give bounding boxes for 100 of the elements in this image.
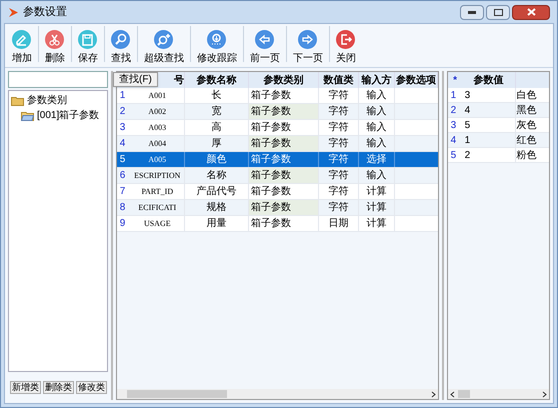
table-cell: 箱子参数 (248, 184, 319, 199)
table-cell: 箱子参数 (248, 136, 319, 151)
row-number: 3 (450, 119, 458, 132)
maximize-icon (494, 8, 502, 16)
table-cell-text: 红色 (516, 134, 537, 147)
row-number: 3 (118, 121, 126, 135)
table-cell: 字符 (318, 136, 359, 151)
table-cell-text: 灰色 (516, 119, 537, 132)
horizontal-scrollbar[interactable] (448, 389, 549, 399)
category-button[interactable]: 新增类 (10, 380, 41, 394)
table-cell: 箱子参数 (248, 120, 319, 135)
table-cell: A001 (130, 88, 185, 103)
table-cell: USAGE (130, 216, 185, 231)
scrollbar-thumb[interactable] (458, 390, 470, 398)
table-cell-text: 粉色 (516, 149, 537, 162)
table-cell: 箱子参数 (248, 200, 319, 215)
table-row[interactable]: 8 ECIFICATI 规格 箱子参数 字符 计算 (116, 200, 438, 216)
table-cell: 5 (462, 118, 516, 132)
toolbar-button[interactable]: 删除 (42, 30, 68, 64)
table-cell: 产品代号 (184, 184, 249, 199)
table-cell: 1 (462, 133, 516, 147)
toolbar-button[interactable]: 修改跟踪 (194, 30, 240, 64)
table-cell: 计算 (358, 200, 395, 215)
table-cell: 字符 (318, 88, 359, 103)
table-cell: 箱子参数 (248, 104, 319, 119)
table-cell-text: 黑色 (516, 104, 537, 117)
tree-item[interactable]: 参数类别 (27, 93, 67, 108)
download-icon (207, 30, 227, 50)
table-row[interactable]: 5 A005 颜色 箱子参数 字符 选择 (116, 152, 438, 168)
row-number: 1 (118, 89, 126, 103)
table-cell: 4 (462, 103, 516, 117)
table-cell: A005 (130, 152, 185, 167)
magnifier-plus-icon (154, 30, 174, 50)
table-cell: 输入 (358, 120, 395, 135)
close-icon (526, 8, 536, 16)
row-number: 5 (450, 149, 458, 162)
tree-node[interactable]: [001]箱子参数 (11, 108, 105, 123)
pencil-icon (12, 30, 32, 50)
table-cell: 长 (184, 88, 249, 103)
table-cell: ECIFICATI (130, 200, 185, 215)
app-logo-icon (8, 6, 19, 18)
toolbar-button[interactable]: 保存 (75, 30, 101, 64)
row-number: 8 (118, 201, 126, 215)
folder-icon (11, 96, 24, 106)
table-cell: 字符 (318, 120, 359, 135)
table-row[interactable]: 1 A001 长 箱子参数 字符 输入 (116, 88, 438, 104)
search-field[interactable] (8, 71, 108, 88)
toolbar-button[interactable]: 超级查找 (141, 30, 187, 64)
table-cell: 字符 (318, 152, 359, 167)
table-cell: 输入 (358, 136, 395, 151)
toolbar-button[interactable]: 查找 (108, 30, 134, 64)
table-cell: A004 (130, 136, 185, 151)
table-cell: 字符 (318, 184, 359, 199)
scissors-icon (45, 30, 65, 50)
table-cell: 日期 (318, 216, 359, 231)
table-cell: 箱子参数 (248, 168, 319, 183)
table-cell: 箱子参数 (248, 152, 319, 167)
category-button[interactable]: 删除类 (43, 380, 74, 394)
horizontal-scrollbar[interactable] (116, 389, 438, 399)
table-cell: 用量 (184, 216, 249, 231)
window-title: 参数设置 (23, 4, 67, 20)
table-cell: 输入 (358, 88, 395, 103)
toolbar-button[interactable]: 关闭 (333, 30, 359, 64)
row-number: 4 (118, 137, 126, 151)
row-number: 5 (118, 153, 126, 167)
row-number: 2 (450, 104, 458, 117)
table-cell: 2 (462, 148, 516, 162)
toolbar-button[interactable]: 增加 (9, 30, 35, 64)
table-row[interactable]: 3 A003 高 箱子参数 字符 输入 (116, 120, 438, 136)
table-row[interactable]: 7 PART_ID 产品代号 箱子参数 字符 计算 (116, 184, 438, 200)
table-row[interactable]: 2 A002 宽 箱子参数 字符 输入 (116, 104, 438, 120)
table-row[interactable]: 9 USAGE 用量 箱子参数 日期 计算 (116, 216, 438, 232)
floppy-disk-icon (78, 30, 98, 50)
table-cell: 计算 (358, 184, 395, 199)
row-number: 7 (118, 185, 126, 199)
table-cell: 选择 (358, 152, 395, 167)
table-cell: ESCRIPTION (130, 168, 185, 183)
maximize-button[interactable] (486, 4, 510, 20)
minimize-button[interactable] (460, 4, 484, 20)
row-number: 1 (450, 89, 458, 102)
table-cell: 箱子参数 (248, 216, 319, 231)
table-row[interactable]: 6 ESCRIPTION 名称 箱子参数 字符 输入 (116, 168, 438, 184)
column-header[interactable]: * (448, 72, 463, 88)
tree-item[interactable]: [001]箱子参数 (37, 108, 100, 123)
row-number: 6 (118, 169, 126, 183)
row-number: 9 (118, 217, 126, 231)
search-icon (111, 30, 131, 50)
table-cell: 颜色 (184, 152, 249, 167)
table-cell: A003 (130, 120, 185, 135)
table-row[interactable]: 4 A004 厚 箱子参数 字符 输入 (116, 136, 438, 152)
toolbar-button[interactable]: 前一页 (247, 30, 283, 64)
open-folder-icon (21, 110, 34, 120)
toolbar-button[interactable]: 下一页 (290, 30, 326, 64)
scrollbar-thumb[interactable] (126, 390, 227, 398)
table-cell: 箱子参数 (248, 88, 319, 103)
category-button[interactable]: 修改类 (76, 380, 107, 394)
table-cell: 输入 (358, 104, 395, 119)
exit-icon (336, 30, 356, 50)
close-button[interactable] (512, 4, 550, 20)
table-cell-text: 白色 (516, 89, 537, 102)
